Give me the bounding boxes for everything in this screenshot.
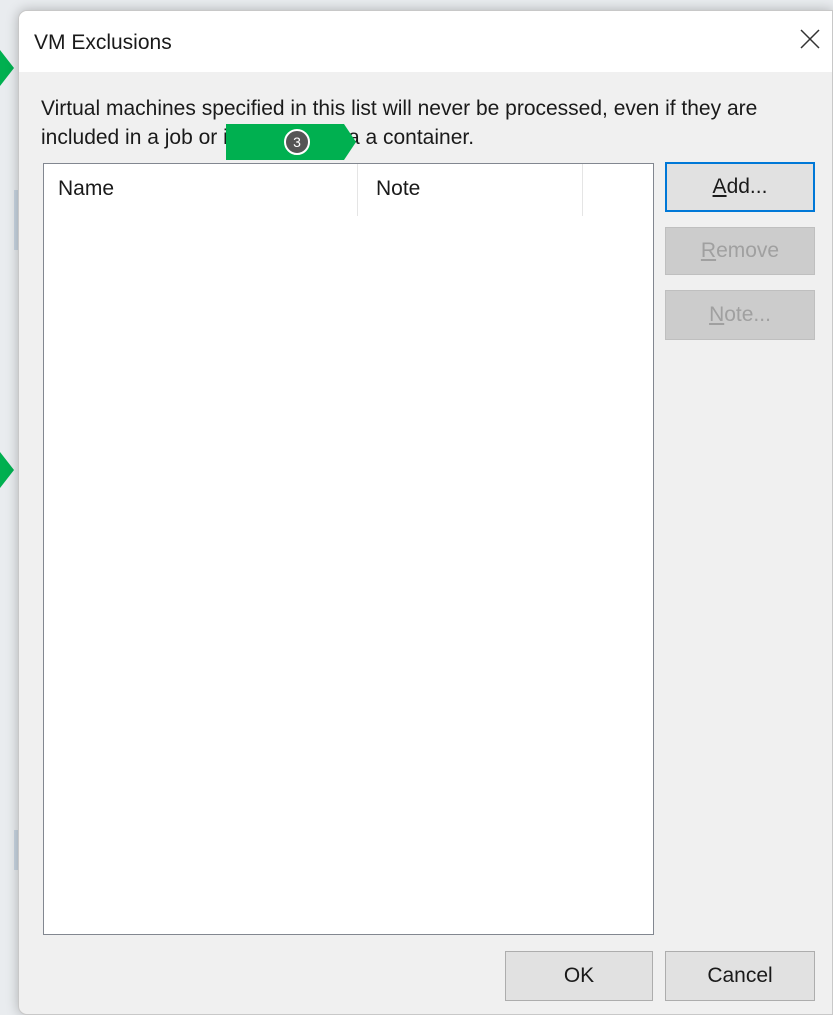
vm-exclusions-dialog: VM Exclusions Virtual machines specified… bbox=[18, 10, 833, 1015]
step-callout: 3 bbox=[226, 124, 356, 160]
column-header-note[interactable]: Note bbox=[376, 177, 420, 201]
note-button-label: ote... bbox=[724, 303, 771, 326]
remove-button[interactable]: Remove bbox=[665, 227, 815, 275]
step-number-badge: 3 bbox=[284, 129, 310, 155]
close-button[interactable] bbox=[792, 21, 828, 57]
add-button-label: dd... bbox=[726, 175, 768, 198]
remove-button-mnemonic: R bbox=[700, 239, 717, 262]
side-callout-arrow-icon bbox=[0, 50, 14, 86]
cancel-button[interactable]: Cancel bbox=[665, 951, 815, 1001]
list-header: Name Note bbox=[44, 164, 653, 216]
note-button[interactable]: Note... bbox=[665, 290, 815, 340]
column-separator[interactable] bbox=[582, 164, 583, 216]
column-separator[interactable] bbox=[357, 164, 358, 216]
dialog-title: VM Exclusions bbox=[34, 31, 172, 54]
ok-button[interactable]: OK bbox=[505, 951, 653, 1001]
note-button-mnemonic: N bbox=[709, 303, 725, 326]
column-header-name[interactable]: Name bbox=[58, 177, 114, 201]
side-callout-arrow-icon bbox=[0, 452, 14, 488]
add-button[interactable]: Add... bbox=[665, 162, 815, 212]
remove-button-label: emove bbox=[716, 239, 780, 262]
description-text: Virtual machines specified in this list … bbox=[41, 97, 758, 149]
exclusions-list[interactable]: Name Note bbox=[43, 163, 654, 935]
add-button-mnemonic: A bbox=[712, 175, 727, 198]
close-icon bbox=[800, 29, 820, 49]
title-bar: VM Exclusions bbox=[19, 11, 832, 72]
